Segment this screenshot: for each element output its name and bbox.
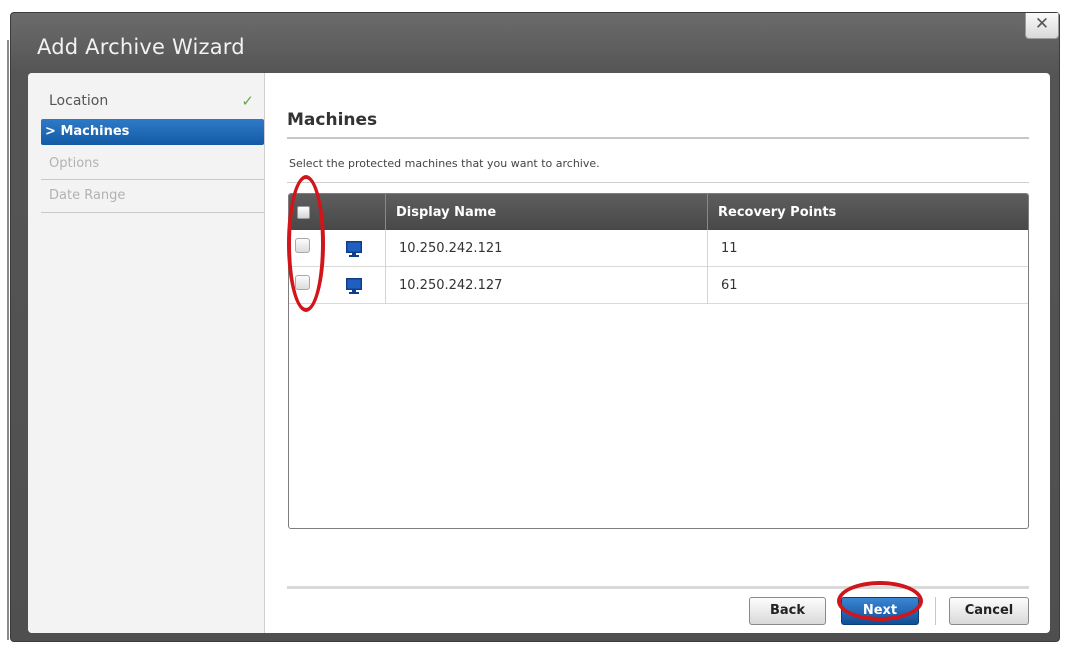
instruction-text: Select the protected machines that you w… [289, 157, 600, 170]
nav-step-options: Options [41, 148, 264, 180]
nav-step-label: Options [49, 156, 100, 171]
cell-recovery-points: 61 [707, 267, 1028, 304]
nav-step-label: Machines [60, 124, 130, 139]
cancel-button[interactable]: Cancel [949, 597, 1029, 625]
select-all-checkbox[interactable] [297, 206, 310, 219]
column-header-display-name[interactable]: Display Name [385, 194, 707, 230]
grid-header: Display Name Recovery Points [289, 194, 1028, 230]
close-button[interactable]: ✕ [1025, 13, 1059, 39]
nav-step-label: Location [49, 93, 109, 109]
back-button[interactable]: Back [749, 597, 826, 625]
nav-step-location[interactable]: Location ✓ [41, 86, 264, 118]
nav-step-machines[interactable]: > Machines [41, 119, 264, 145]
table-row[interactable]: 10.250.242.121 11 [289, 230, 1028, 267]
main-content: Machines Select the protected machines t… [287, 73, 1029, 633]
wizard-steps-nav: Location ✓ > Machines Options Date Range [28, 73, 265, 633]
next-button[interactable]: Next [841, 597, 919, 625]
machines-grid: Display Name Recovery Points 10.250.242.… [288, 193, 1029, 529]
nav-step-date-range: Date Range [41, 180, 264, 213]
section-title: Machines [287, 110, 378, 130]
row-checkbox[interactable] [295, 275, 310, 290]
checkmark-icon: ✓ [241, 92, 254, 110]
button-separator [935, 597, 936, 625]
add-archive-wizard-dialog: Add Archive Wizard ✕ Location ✓ > Machin… [10, 12, 1060, 642]
divider [287, 137, 1029, 139]
divider [287, 182, 1029, 183]
dialog-title: Add Archive Wizard [37, 35, 245, 59]
monitor-icon [346, 278, 362, 294]
dialog-body: Location ✓ > Machines Options Date Range… [28, 73, 1050, 633]
chevron-right-icon: > [45, 124, 56, 139]
column-header-recovery-points[interactable]: Recovery Points [707, 194, 1028, 230]
window-edge-line [7, 40, 9, 640]
footer-divider [287, 586, 1029, 589]
cell-recovery-points: 11 [707, 230, 1028, 267]
table-row[interactable]: 10.250.242.127 61 [289, 267, 1028, 304]
nav-step-label: Date Range [49, 188, 126, 203]
cell-display-name: 10.250.242.127 [385, 267, 707, 304]
monitor-icon [346, 241, 362, 257]
cell-display-name: 10.250.242.121 [385, 230, 707, 267]
row-checkbox[interactable] [295, 238, 310, 253]
